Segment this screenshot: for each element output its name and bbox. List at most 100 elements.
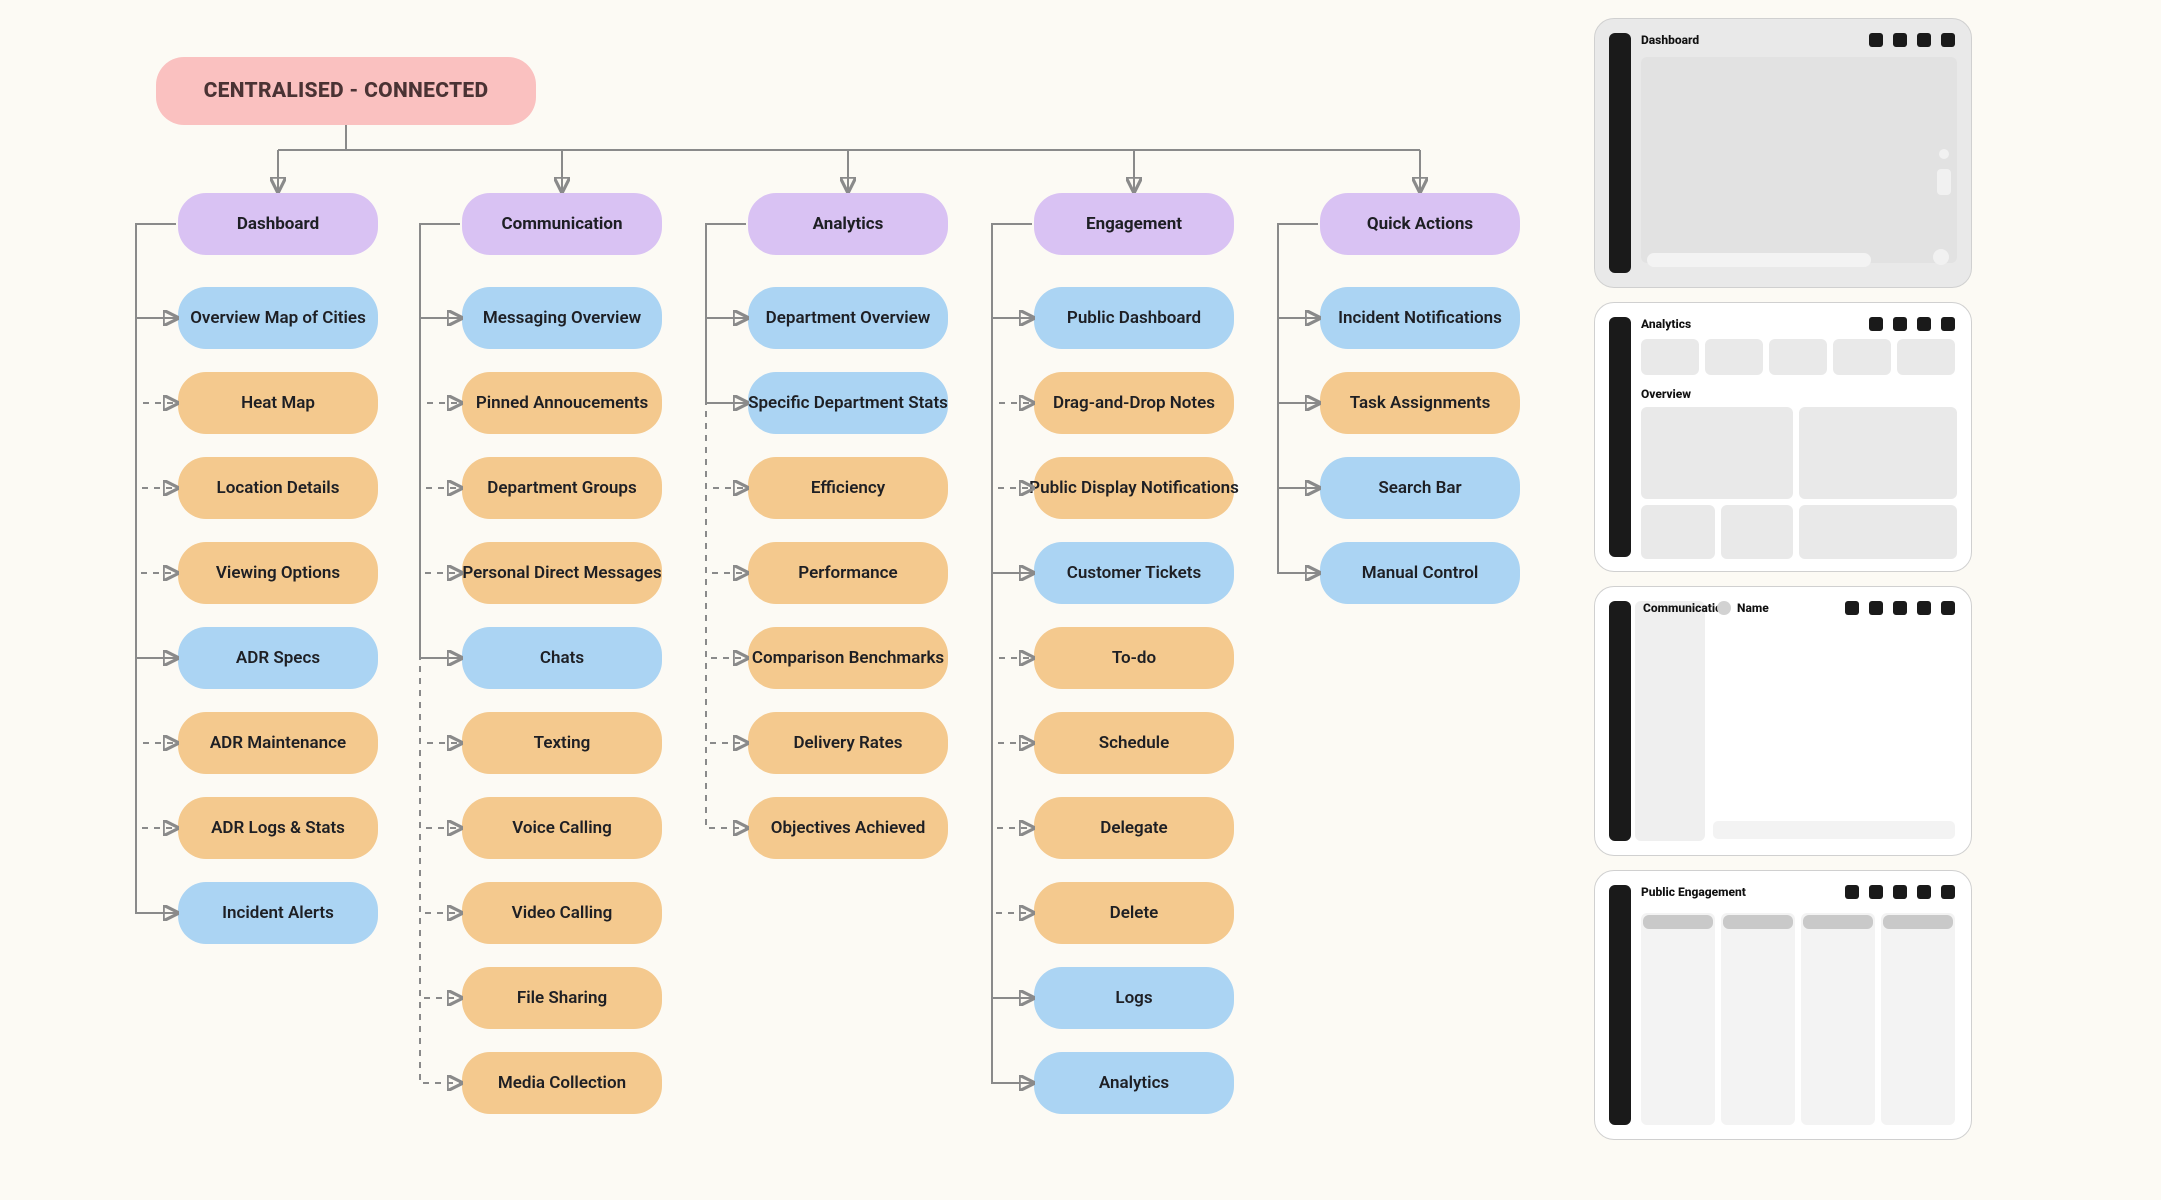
node-label: Public Dashboard (1067, 308, 1201, 328)
node-communication-8: File Sharing (462, 967, 662, 1029)
thumb-sidebar (1609, 601, 1631, 841)
category-dashboard: Dashboard (178, 193, 378, 255)
node-label: ADR Specs (236, 648, 320, 668)
node-label: ADR Maintenance (210, 733, 346, 753)
node-communication-4: Chats (462, 627, 662, 689)
thumb-zoom (1937, 169, 1951, 195)
node-dashboard-0: Overview Map of Cities (178, 287, 378, 349)
node-label: Media Collection (498, 1073, 626, 1093)
category-label: Analytics (813, 214, 884, 234)
node-label: Delete (1110, 903, 1159, 923)
thumb-threadlist (1635, 601, 1705, 841)
node-label: Efficiency (811, 478, 885, 498)
node-engagement-7: Delete (1034, 882, 1234, 944)
thumb-compass (1939, 149, 1949, 159)
thumb-sidebar (1609, 33, 1631, 273)
node-label: Video Calling (512, 903, 613, 923)
node-quickactions-2: Search Bar (1320, 457, 1520, 519)
kanban-col-header (1883, 915, 1953, 929)
node-engagement-8: Logs (1034, 967, 1234, 1029)
thumb-kpi (1641, 339, 1699, 375)
node-communication-6: Voice Calling (462, 797, 662, 859)
node-dashboard-1: Heat Map (178, 372, 378, 434)
category-analytics: Analytics (748, 193, 948, 255)
thumb-icons (1869, 33, 1955, 47)
node-analytics-4: Comparison Benchmarks (748, 627, 948, 689)
node-label: Schedule (1099, 733, 1170, 753)
thumb-icons (1869, 317, 1955, 331)
node-label: Voice Calling (512, 818, 612, 838)
node-dashboard-2: Location Details (178, 457, 378, 519)
category-quickactions: Quick Actions (1320, 193, 1520, 255)
category-label: Communication (501, 214, 622, 234)
node-engagement-1: Drag-and-Drop Notes (1034, 372, 1234, 434)
thumb-panel (1799, 505, 1957, 559)
node-communication-9: Media Collection (462, 1052, 662, 1114)
node-analytics-6: Objectives Achieved (748, 797, 948, 859)
node-engagement-3: Customer Tickets (1034, 542, 1234, 604)
node-dashboard-4: ADR Specs (178, 627, 378, 689)
node-engagement-9: Analytics (1034, 1052, 1234, 1114)
thumb-locate (1933, 249, 1949, 265)
node-quickactions-3: Manual Control (1320, 542, 1520, 604)
kanban-col (1641, 913, 1715, 1125)
node-engagement-0: Public Dashboard (1034, 287, 1234, 349)
node-label: Drag-and-Drop Notes (1053, 393, 1215, 413)
root-node: CENTRALISED - CONNECTED (156, 57, 536, 125)
node-label: Customer Tickets (1067, 563, 1201, 583)
node-communication-2: Department Groups (462, 457, 662, 519)
node-label: File Sharing (517, 988, 607, 1008)
thumb-kpi (1769, 339, 1827, 375)
node-label: Comparison Benchmarks (752, 648, 944, 668)
thumb-chat-input (1713, 821, 1955, 839)
thumb-communication: Communication Name (1594, 586, 1972, 856)
thumb-subtitle: Overview (1641, 387, 1691, 401)
node-label: Objectives Achieved (771, 818, 926, 838)
node-analytics-0: Department Overview (748, 287, 948, 349)
node-label: Pinned Annoucements (476, 393, 648, 413)
node-engagement-4: To-do (1034, 627, 1234, 689)
node-analytics-3: Performance (748, 542, 948, 604)
node-label: Incident Alerts (222, 903, 334, 923)
thumb-title: Communication (1643, 601, 1729, 615)
node-quickactions-0: Incident Notifications (1320, 287, 1520, 349)
thumb-panel (1799, 407, 1957, 499)
kanban-col (1721, 913, 1795, 1125)
node-label: ADR Logs & Stats (211, 818, 345, 838)
thumb-icons (1845, 601, 1955, 615)
category-label: Quick Actions (1367, 214, 1473, 234)
node-label: To-do (1112, 648, 1156, 668)
avatar-icon (1717, 601, 1731, 615)
node-label: Manual Control (1362, 563, 1479, 583)
thumb-sidebar (1609, 317, 1631, 557)
node-analytics-2: Efficiency (748, 457, 948, 519)
node-communication-1: Pinned Annoucements (462, 372, 662, 434)
node-dashboard-3: Viewing Options (178, 542, 378, 604)
node-label: Personal Direct Messages (462, 563, 661, 583)
category-communication: Communication (462, 193, 662, 255)
thumb-kpi (1705, 339, 1763, 375)
kanban-col (1881, 913, 1955, 1125)
kanban-col-header (1643, 915, 1713, 929)
node-label: Analytics (1099, 1073, 1169, 1093)
kanban-col (1801, 913, 1875, 1125)
kanban-col-header (1803, 915, 1873, 929)
node-label: Performance (798, 563, 897, 583)
thumb-search (1647, 253, 1871, 267)
node-label: Specific Department Stats (748, 393, 948, 413)
kanban-col-header (1723, 915, 1793, 929)
node-analytics-1: Specific Department Stats (748, 372, 948, 434)
node-label: Public Display Notifications (1029, 478, 1239, 498)
node-label: Location Details (217, 478, 340, 498)
thumb-panel (1641, 505, 1715, 559)
thumb-map (1641, 57, 1957, 263)
thumb-panel (1641, 407, 1793, 499)
thumb-dashboard: Dashboard (1594, 18, 1972, 288)
node-label: Delegate (1100, 818, 1167, 838)
node-label: Texting (534, 733, 591, 753)
node-label: Logs (1115, 988, 1152, 1008)
node-communication-3: Personal Direct Messages (462, 542, 662, 604)
thumb-title: Dashboard (1641, 33, 1699, 47)
thumb-icons (1845, 885, 1955, 899)
node-label: Department Groups (487, 478, 636, 498)
